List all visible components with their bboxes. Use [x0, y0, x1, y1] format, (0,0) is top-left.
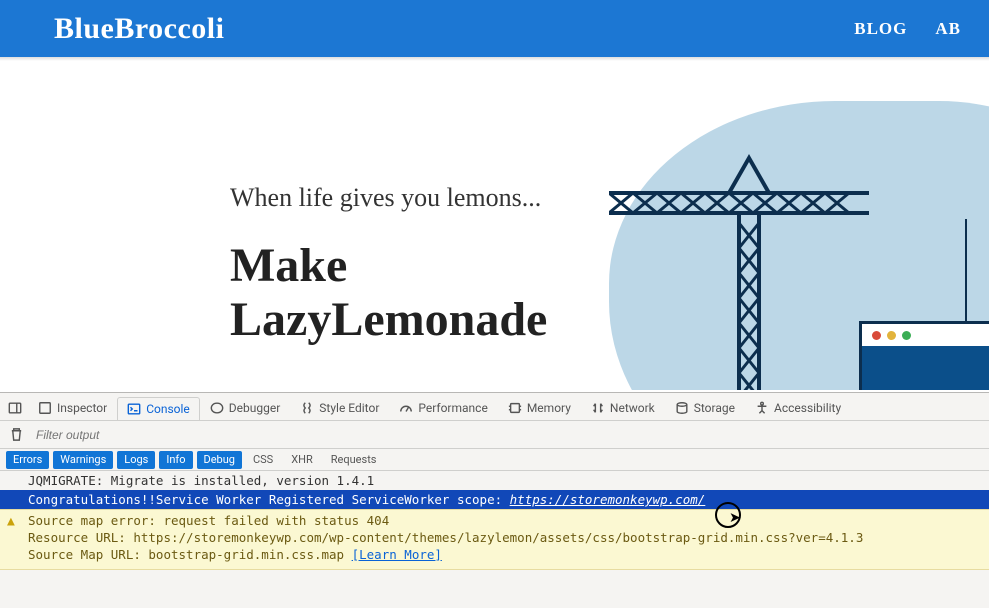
storage-icon	[675, 401, 689, 415]
chip-debug[interactable]: Debug	[197, 451, 242, 469]
tab-debugger[interactable]: Debugger	[200, 396, 291, 419]
chip-requests[interactable]: Requests	[324, 451, 384, 469]
devtools-panel: Inspector Console Debugger Style Editor …	[0, 392, 989, 608]
traffic-light-yellow-icon	[887, 331, 896, 340]
chip-xhr[interactable]: XHR	[284, 451, 320, 469]
warning-line: Resource URL: https://storemonkeywp.com/…	[28, 529, 983, 546]
tab-style-editor[interactable]: Style Editor	[290, 396, 389, 419]
log-text: Congratulations!!Service Worker Register…	[28, 492, 510, 507]
chip-css[interactable]: CSS	[246, 451, 280, 469]
style-editor-icon	[300, 401, 314, 415]
traffic-light-green-icon	[902, 331, 911, 340]
console-output: JQMIGRATE: Migrate is installed, version…	[0, 471, 989, 570]
accessibility-icon	[755, 401, 769, 415]
tab-performance[interactable]: Performance	[389, 396, 497, 419]
tab-label: Console	[146, 402, 190, 416]
tab-label: Debugger	[229, 401, 281, 415]
tab-label: Network	[610, 401, 655, 415]
log-url: https://storemonkeywp.com/	[510, 492, 706, 507]
tab-label: Style Editor	[319, 401, 379, 415]
tab-label: Storage	[694, 401, 735, 415]
warning-icon: ▲	[7, 513, 15, 530]
memory-icon	[508, 401, 522, 415]
tab-network[interactable]: Network	[581, 396, 665, 419]
console-filter-chips: Errors Warnings Logs Info Debug CSS XHR …	[0, 449, 989, 471]
nav-about[interactable]: AB	[935, 19, 961, 39]
chip-warnings[interactable]: Warnings	[53, 451, 113, 469]
network-icon	[591, 401, 605, 415]
browser-window-illustration	[859, 321, 989, 390]
traffic-light-red-icon	[872, 331, 881, 340]
tab-inspector[interactable]: Inspector	[28, 396, 117, 419]
log-text: JQMIGRATE: Migrate is installed, version…	[28, 473, 374, 488]
tab-label: Performance	[418, 401, 487, 415]
tab-label: Accessibility	[774, 401, 841, 415]
hero-section: When life gives you lemons... Make LazyL…	[0, 61, 989, 390]
dock-side-icon[interactable]	[8, 401, 22, 415]
chip-errors[interactable]: Errors	[6, 451, 49, 469]
devtools-tabstrip: Inspector Console Debugger Style Editor …	[0, 393, 989, 421]
learn-more-link[interactable]: [Learn More]	[352, 547, 442, 562]
hero-tagline: When life gives you lemons...	[230, 183, 547, 213]
log-line-selected[interactable]: Congratulations!!Service Worker Register…	[0, 490, 989, 509]
warning-line: Source Map URL: bootstrap-grid.min.css.m…	[28, 546, 983, 563]
console-icon	[127, 402, 141, 416]
tab-console[interactable]: Console	[117, 397, 200, 420]
warning-text: Source Map URL: bootstrap-grid.min.css.m…	[28, 547, 352, 562]
console-filter-row	[0, 421, 989, 449]
hero-copy: When life gives you lemons... Make LazyL…	[230, 183, 547, 347]
debugger-icon	[210, 401, 224, 415]
warning-block[interactable]: ▲ Source map error: request failed with …	[0, 509, 989, 570]
chip-info[interactable]: Info	[159, 451, 192, 469]
tab-label: Inspector	[57, 401, 107, 415]
site-nav: BLOG AB	[854, 19, 961, 39]
filter-output-input[interactable]	[34, 427, 234, 443]
site-header: BlueBroccoli BLOG AB	[0, 0, 989, 57]
tab-storage[interactable]: Storage	[665, 396, 745, 419]
nav-blog[interactable]: BLOG	[854, 19, 907, 39]
website-viewport: BlueBroccoli BLOG AB	[0, 0, 989, 390]
performance-icon	[399, 401, 413, 415]
log-line[interactable]: JQMIGRATE: Migrate is installed, version…	[0, 471, 989, 490]
site-logo[interactable]: BlueBroccoli	[54, 12, 224, 46]
tab-label: Memory	[527, 401, 571, 415]
clear-console-icon[interactable]	[8, 427, 24, 443]
tab-accessibility[interactable]: Accessibility	[745, 396, 851, 419]
crane-illustration	[609, 153, 879, 390]
chip-logs[interactable]: Logs	[117, 451, 155, 469]
warning-line: Source map error: request failed with st…	[28, 512, 983, 529]
inspector-icon	[38, 401, 52, 415]
tab-memory[interactable]: Memory	[498, 396, 581, 419]
hero-headline: Make LazyLemonade	[230, 239, 547, 347]
